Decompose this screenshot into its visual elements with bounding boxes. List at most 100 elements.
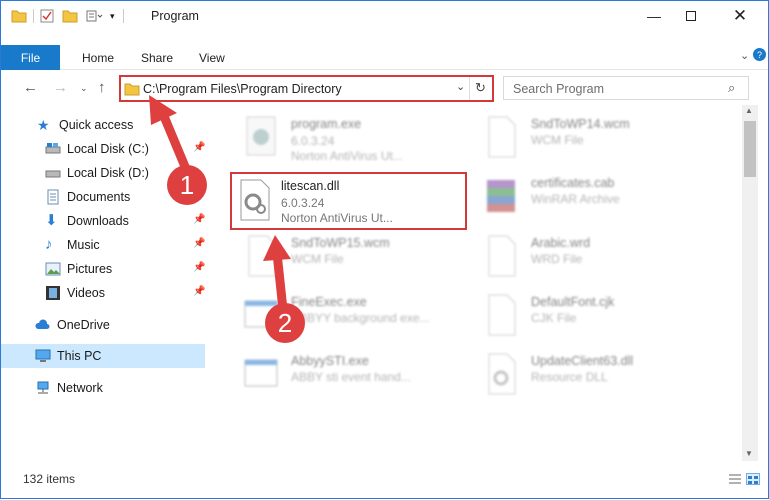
- file-name: UpdateClient63.dll: [531, 354, 634, 368]
- pin-icon[interactable]: 📌: [193, 238, 205, 249]
- close-button[interactable]: ✕: [717, 1, 763, 31]
- file-type: Norton AntiVirus Ut...: [281, 211, 393, 225]
- app-window-icon: [244, 359, 278, 387]
- dll-file-icon: [488, 353, 516, 395]
- qa-dropdown-icon[interactable]: ▾: [110, 11, 115, 22]
- tab-file[interactable]: File: [1, 45, 60, 70]
- file-item[interactable]: UpdateClient63.dll Resource DLL: [471, 346, 706, 404]
- minimize-icon: —: [647, 8, 661, 24]
- navigation-pane: ★ Quick access Local Disk (C:) 📌 Local D…: [1, 109, 211, 459]
- file-item[interactable]: DefaultFont.cjk CJK File: [471, 287, 706, 345]
- file-type: ABBYY background exe...: [291, 311, 430, 325]
- file-type: CJK File: [531, 311, 577, 325]
- properties-icon[interactable]: [40, 9, 54, 23]
- file-name: litescan.dll: [281, 179, 340, 193]
- sidebar-item-downloads[interactable]: ⬇ Downloads: [45, 210, 129, 232]
- sidebar-item-pictures[interactable]: Pictures: [45, 258, 112, 280]
- file-item[interactable]: AbbyySTI.exe ABBY sti event hand...: [231, 346, 466, 404]
- generic-file-icon: [488, 235, 516, 277]
- maximize-button[interactable]: [668, 1, 714, 31]
- file-item[interactable]: Arabic.wrd WRD File: [471, 228, 706, 286]
- file-name: AbbyySTI.exe: [291, 354, 369, 368]
- close-icon: ✕: [732, 6, 748, 25]
- pin-icon[interactable]: 📌: [193, 214, 205, 225]
- pictures-icon: [45, 261, 61, 277]
- star-icon: ★: [37, 117, 50, 133]
- address-path[interactable]: C:\Program Files\Program Directory: [143, 82, 342, 96]
- file-type: WRD File: [531, 252, 583, 266]
- callout-step-1: 1: [167, 165, 207, 205]
- pin-icon[interactable]: 📌: [193, 262, 205, 273]
- tab-view[interactable]: View: [199, 51, 225, 65]
- sidebar-item-onedrive[interactable]: OneDrive: [35, 314, 110, 336]
- sidebar-item-local-disk-c[interactable]: Local Disk (C:): [45, 138, 149, 160]
- file-item[interactable]: certificates.cab WinRAR Archive: [471, 168, 706, 226]
- search-box[interactable]: Search Program ⌕: [503, 76, 749, 100]
- file-type: ABBY sti event hand...: [291, 370, 411, 384]
- sidebar-item-this-pc[interactable]: This PC: [35, 345, 101, 367]
- maximize-icon: [686, 11, 696, 21]
- sidebar-item-documents[interactable]: Documents: [45, 186, 130, 208]
- recent-locations-button[interactable]: ⌄: [80, 83, 88, 94]
- sidebar-item-network[interactable]: Network: [35, 377, 103, 399]
- generic-file-icon: [248, 235, 276, 277]
- sidebar-item-videos[interactable]: Videos: [45, 282, 105, 304]
- file-type: WCM File: [531, 133, 584, 147]
- file-item[interactable]: program.exe 6.0.3.24 Norton AntiVirus Ut…: [231, 109, 466, 167]
- network-icon: [35, 380, 51, 396]
- address-dropdown-icon[interactable]: ⌄: [456, 80, 465, 93]
- file-name: certificates.cab: [531, 176, 615, 190]
- sidebar-item-label: Music: [67, 238, 100, 252]
- sidebar-item-label: OneDrive: [57, 318, 110, 332]
- search-input[interactable]: Search Program: [513, 82, 604, 96]
- sidebar-item-label: This PC: [57, 349, 102, 363]
- forward-button[interactable]: →: [53, 79, 68, 96]
- scrollbar-thumb[interactable]: [744, 121, 756, 177]
- file-name: Arabic.wrd: [531, 236, 591, 250]
- up-button[interactable]: ↑: [98, 79, 106, 96]
- window-title: Program: [151, 9, 199, 23]
- scroll-up-icon[interactable]: ▲: [745, 106, 753, 115]
- videos-icon: [45, 285, 61, 301]
- file-type: WinRAR Archive: [531, 192, 620, 206]
- computer-icon: [35, 348, 51, 364]
- sidebar-item-local-disk-d[interactable]: Local Disk (D:): [45, 162, 149, 184]
- sidebar-item-label: Local Disk (D:): [67, 166, 149, 180]
- sidebar-item-label: Downloads: [67, 214, 129, 228]
- sidebar-item-label: Quick access: [59, 118, 134, 132]
- file-name: FineExec.exe: [291, 295, 367, 309]
- details-view-icon[interactable]: [728, 473, 742, 485]
- pin-icon[interactable]: 📌: [193, 142, 205, 153]
- new-folder-icon[interactable]: [62, 9, 78, 23]
- title-bar: ▾ Program — ✕: [1, 1, 768, 31]
- sidebar-item-label: Network: [57, 381, 103, 395]
- large-icons-view-icon[interactable]: [746, 473, 760, 485]
- file-item[interactable]: SndToWP14.wcm WCM File: [471, 109, 706, 167]
- help-icon[interactable]: ?: [753, 48, 766, 61]
- exe-file-icon: [246, 116, 276, 156]
- tab-share[interactable]: Share: [141, 51, 173, 65]
- expand-ribbon-icon[interactable]: ⌄: [740, 49, 749, 62]
- sidebar-item-label: Videos: [67, 286, 105, 300]
- tab-home[interactable]: Home: [82, 51, 114, 65]
- sidebar-item-label: Pictures: [67, 262, 113, 276]
- file-item[interactable]: SndToWP15.wcm WCM File: [231, 228, 466, 286]
- refresh-icon[interactable]: ↻: [475, 80, 486, 96]
- arrow-right-icon: →: [53, 79, 68, 96]
- arrow-up-icon: ↑: [98, 79, 106, 96]
- highlighted-file-item[interactable]: litescan.dll 6.0.3.24 Norton AntiVirus U…: [230, 172, 467, 230]
- divider: [33, 9, 34, 23]
- pin-icon[interactable]: 📌: [193, 286, 205, 297]
- chevron-down-icon: ⌄: [80, 83, 88, 93]
- folder-icon: [124, 83, 140, 96]
- address-bar[interactable]: C:\Program Files\Program Directory ⌄ ↻: [119, 75, 494, 102]
- customize-icon[interactable]: [86, 9, 104, 23]
- sidebar-item-music[interactable]: ♪ Music: [45, 234, 100, 256]
- file-version: 6.0.3.24: [281, 196, 325, 210]
- sidebar-item-quick-access[interactable]: ★ Quick access: [37, 114, 133, 136]
- quick-access-toolbar: ▾: [11, 8, 132, 24]
- back-button[interactable]: ←: [23, 79, 38, 96]
- scroll-down-icon[interactable]: ▼: [745, 449, 753, 458]
- navigation-bar: ← → ⌄ ↑ C:\Program Files\Program Directo…: [1, 73, 768, 103]
- sidebar-item-this-pc-selected[interactable]: [1, 344, 205, 368]
